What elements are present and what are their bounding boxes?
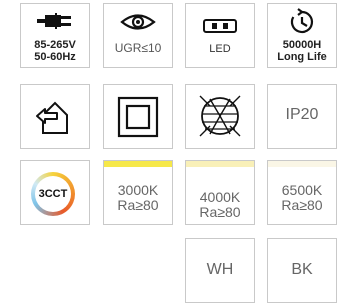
cct-gradient-icon: 3CCT xyxy=(31,172,75,216)
plug-icon xyxy=(37,11,73,31)
cct-4000k: 4000K xyxy=(199,189,241,205)
eye-icon xyxy=(120,13,156,31)
cct-6500k-cell: 6500K Ra≥80 xyxy=(267,160,337,225)
cct-3000k: 3000K xyxy=(117,182,159,198)
cct-4000k-cell: 4000K Ra≥80 xyxy=(185,160,255,225)
cri-3000k: Ra≥80 xyxy=(117,197,159,213)
luminaire-cell xyxy=(185,84,255,149)
finish-bk: BK xyxy=(291,261,313,278)
hatched-circle-icon xyxy=(198,94,242,138)
clock-arrow-icon xyxy=(288,8,316,36)
class2-cell xyxy=(103,84,173,149)
color-swatch-6500k xyxy=(268,161,336,167)
ugr-cell: UGR≤10 xyxy=(103,3,173,68)
finish-wh: WH xyxy=(206,261,234,278)
cct-6500k: 6500K xyxy=(281,182,323,198)
led-cell: LED xyxy=(185,3,255,68)
cct-cell: 3CCT xyxy=(20,160,90,225)
lifetime-label: Long Life xyxy=(277,51,327,63)
cri-4000k: Ra≥80 xyxy=(199,204,241,220)
ip-rating: IP20 xyxy=(285,106,319,123)
voltage-range: 85-265V xyxy=(34,39,76,51)
color-swatch-3000k xyxy=(104,161,172,167)
cct-label: 3CCT xyxy=(35,176,71,212)
cct-3000k-cell: 3000K Ra≥80 xyxy=(103,160,173,225)
lifetime-hours: 50000H xyxy=(282,39,322,51)
ugr-label: UGR≤10 xyxy=(114,41,162,55)
frequency-range: 50-60Hz xyxy=(34,51,76,63)
ip-cell: IP20 xyxy=(267,84,337,149)
indoor-house-icon xyxy=(35,97,75,137)
led-chip-icon xyxy=(203,19,237,33)
indoor-cell xyxy=(20,84,90,149)
black-finish-cell: BK xyxy=(267,238,337,303)
double-square-icon xyxy=(117,96,159,138)
voltage-cell: 85-265V 50-60Hz xyxy=(20,3,90,68)
led-label: LED xyxy=(209,43,231,55)
life-cell: 50000H Long Life xyxy=(267,3,337,68)
color-swatch-4000k xyxy=(186,161,254,167)
cri-6500k: Ra≥80 xyxy=(281,197,323,213)
white-finish-cell: WH xyxy=(185,238,255,303)
